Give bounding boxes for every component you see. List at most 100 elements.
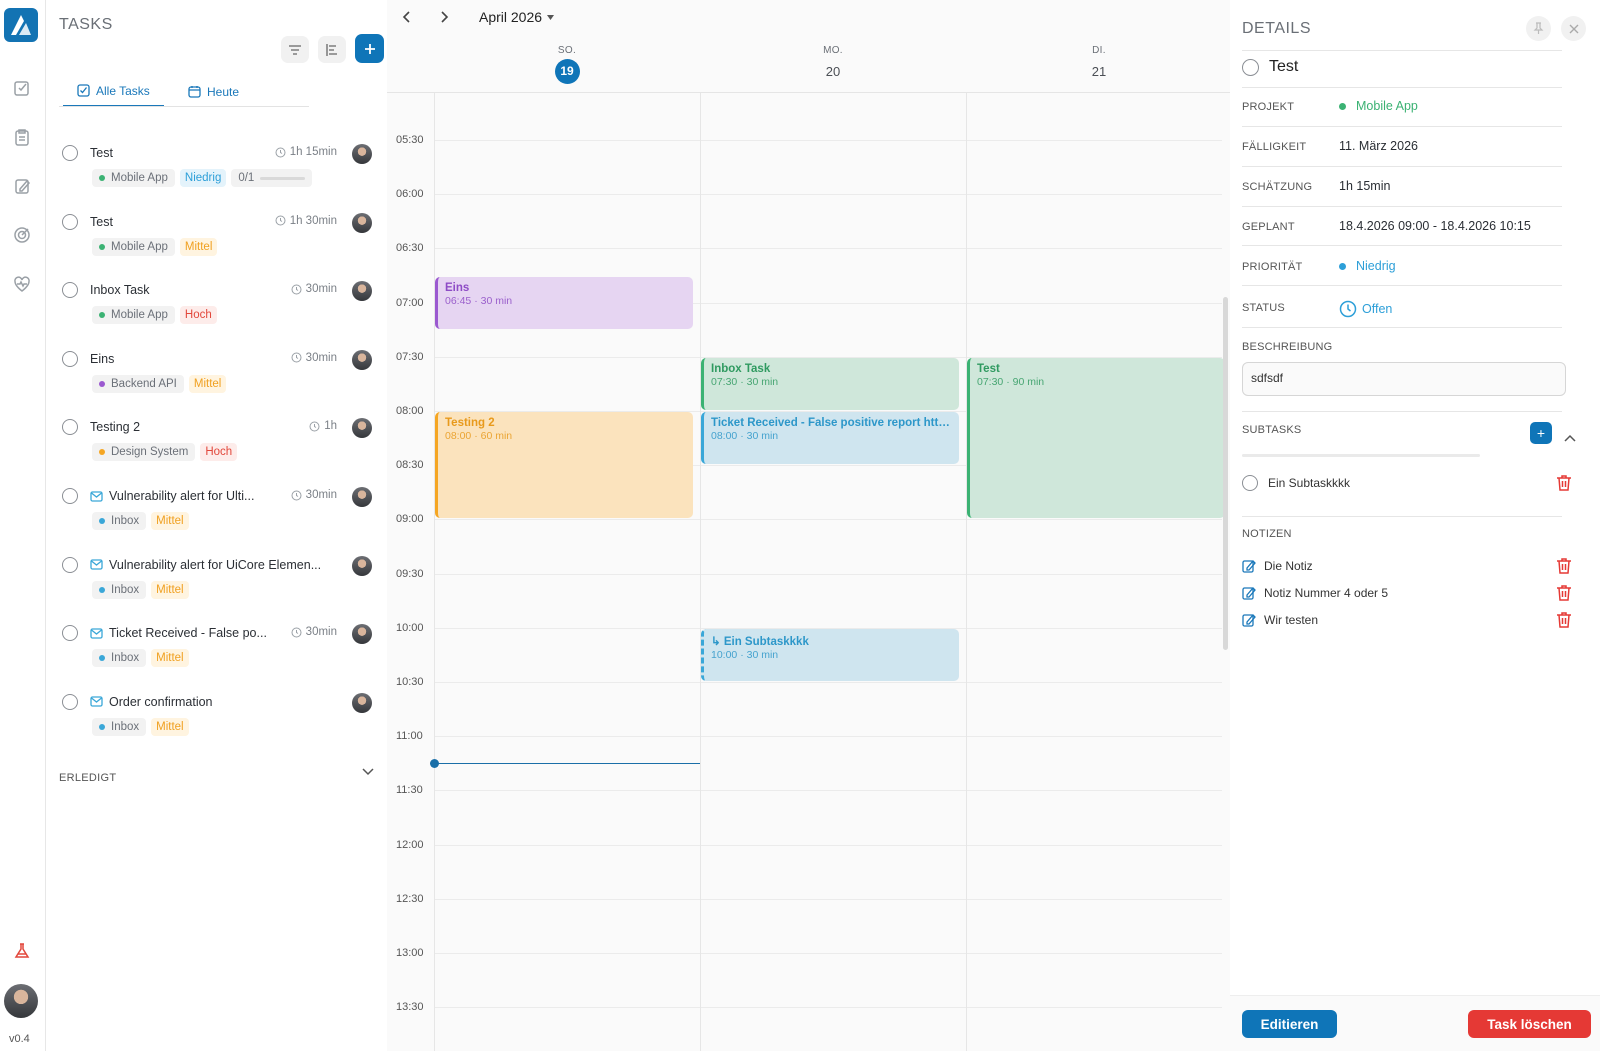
sort-button[interactable] — [318, 36, 346, 63]
pin-icon — [1533, 22, 1544, 34]
project-tag[interactable]: Inbox — [92, 580, 147, 599]
note-item[interactable]: Wir testen — [1242, 611, 1572, 629]
priority-badge: Mittel — [151, 649, 189, 668]
field-label: PRIORITÄT — [1242, 261, 1303, 273]
task-checkbox[interactable] — [62, 350, 78, 367]
project-tag-text: Inbox — [111, 515, 140, 527]
task-checkbox[interactable] — [62, 556, 78, 573]
chevron-up-icon[interactable] — [1564, 429, 1576, 447]
task-item[interactable]: Test 1h 15min Mobile App Niedrig 0/1 — [59, 140, 377, 202]
prev-week-button[interactable] — [399, 9, 415, 25]
edit-button[interactable]: Editieren — [1242, 1010, 1337, 1038]
task-item[interactable]: Inbox Task 30min Mobile App Hoch — [59, 277, 377, 339]
field-value-prioritaet[interactable]: Niedrig — [1339, 259, 1396, 273]
tab-heute[interactable]: Heute — [174, 76, 253, 107]
field-value-status[interactable]: Offen — [1339, 300, 1392, 318]
project-tag[interactable]: Inbox — [92, 512, 147, 530]
assignee-avatar[interactable] — [352, 487, 372, 507]
task-item[interactable]: Vulnerability alert for UiCore Elemen...… — [59, 552, 377, 614]
delete-note-icon[interactable] — [1556, 611, 1572, 632]
task-checkbox[interactable] — [62, 625, 78, 642]
assignee-avatar[interactable] — [352, 555, 372, 576]
assignee-avatar[interactable] — [352, 212, 372, 233]
task-estimate-text: 30min — [305, 283, 337, 296]
assignee-avatar[interactable] — [352, 349, 372, 370]
notizen-label: NOTIZEN — [1242, 528, 1292, 540]
project-tag[interactable]: Mobile App — [92, 169, 175, 187]
subtask-item[interactable]: Ein Subtaskkkk — [1242, 474, 1572, 492]
assignee-avatar[interactable] — [352, 281, 372, 302]
task-checkbox[interactable] — [62, 282, 78, 299]
task-checkbox[interactable] — [62, 693, 78, 710]
assignee-avatar[interactable] — [352, 144, 372, 164]
priority-badge: Mittel — [179, 237, 218, 256]
note-item[interactable]: Die Notiz — [1242, 557, 1572, 575]
clipboard-nav-icon[interactable] — [11, 126, 33, 148]
project-tag[interactable]: Inbox — [92, 649, 147, 668]
chevron-down-icon[interactable] — [361, 764, 375, 782]
app-logo[interactable] — [4, 8, 38, 42]
day-header[interactable]: DI. 21 — [966, 45, 1232, 84]
task-item[interactable]: Vulnerability alert for Ulti... 30min Inbo… — [59, 483, 377, 545]
field-value-projekt[interactable]: Mobile App — [1339, 99, 1418, 113]
delete-note-icon[interactable] — [1556, 584, 1572, 605]
notes-nav-icon[interactable] — [11, 175, 33, 197]
task-checkbox[interactable] — [62, 419, 78, 436]
calendar-event[interactable]: Inbox Task 07:30 · 30 min — [701, 357, 959, 410]
project-tag-text: Inbox — [111, 720, 140, 733]
assignee-avatar[interactable] — [352, 624, 372, 645]
health-nav-icon[interactable] — [11, 273, 33, 295]
target-nav-icon[interactable] — [11, 224, 33, 246]
pin-button[interactable] — [1526, 16, 1551, 41]
day-header[interactable]: MO. 20 — [700, 45, 966, 84]
task-item[interactable]: Test 1h 30min Mobile App Mittel — [59, 209, 377, 271]
month-selector[interactable]: April 2026 — [479, 9, 555, 25]
add-task-button[interactable] — [355, 34, 384, 63]
user-avatar[interactable] — [4, 984, 38, 1018]
task-complete-checkbox[interactable] — [1242, 58, 1259, 76]
delete-subtask-icon[interactable] — [1556, 474, 1572, 495]
project-tag[interactable]: Inbox — [92, 717, 147, 736]
schaetzung-value: 1h 15min — [1339, 179, 1391, 193]
note-title: Die Notiz — [1264, 559, 1313, 573]
calendar-event[interactable]: Ticket Received - False positive report … — [701, 412, 959, 465]
project-tag[interactable]: Backend API — [92, 374, 184, 393]
note-item[interactable]: Notiz Nummer 4 oder 5 — [1242, 584, 1572, 602]
tab-alle-tasks[interactable]: Alle Tasks — [63, 76, 164, 107]
task-item[interactable]: Testing 2 1h Design System Hoch — [59, 414, 377, 476]
close-button[interactable] — [1561, 16, 1586, 41]
delete-note-icon[interactable] — [1556, 557, 1572, 578]
task-checkbox[interactable] — [62, 145, 78, 161]
next-week-button[interactable] — [436, 9, 452, 25]
tasks-nav-icon[interactable] — [11, 77, 33, 99]
calendar-scrollbar[interactable] — [1223, 297, 1228, 650]
event-title: Testing 2 — [445, 417, 495, 429]
project-tag-text: Mobile App — [111, 240, 168, 253]
task-checkbox[interactable] — [62, 488, 78, 504]
field-label: FÄLLIGKEIT — [1242, 141, 1307, 153]
calendar-event[interactable]: Eins 06:45 · 30 min — [435, 276, 693, 329]
project-tag-text: Mobile App — [111, 309, 168, 322]
add-subtask-button[interactable]: + — [1530, 422, 1552, 444]
calendar-event[interactable]: ↳ Ein Subtaskkkk 10:00 · 30 min — [701, 628, 959, 681]
calendar-event[interactable]: Test 07:30 · 90 min — [967, 357, 1225, 519]
task-item[interactable]: Order confirmation Inbox Mittel — [59, 689, 377, 751]
subtask-checkbox[interactable] — [1242, 475, 1258, 491]
project-tag[interactable]: Mobile App — [92, 306, 175, 325]
task-checkbox[interactable] — [62, 213, 78, 230]
day-name: DI. — [1092, 45, 1106, 56]
task-item[interactable]: Eins 30min Backend API Mittel — [59, 346, 377, 408]
flask-icon[interactable] — [11, 940, 33, 962]
calendar-event[interactable]: Testing 2 08:00 · 60 min — [435, 412, 693, 519]
assignee-avatar[interactable] — [352, 418, 372, 439]
project-tag[interactable]: Design System — [92, 443, 196, 462]
beschreibung-field[interactable]: sdfsdf — [1242, 362, 1566, 396]
task-item[interactable]: Ticket Received - False po... 30min Inbox M… — [59, 620, 377, 682]
assignee-avatar[interactable] — [352, 692, 372, 713]
day-header[interactable]: SO. 19 — [434, 45, 700, 84]
filter-button[interactable] — [281, 36, 309, 63]
project-tag[interactable]: Mobile App — [92, 237, 175, 256]
task-tags: Inbox Mittel — [92, 580, 189, 599]
delete-task-button[interactable]: Task löschen — [1468, 1010, 1591, 1038]
task-estimate: 30min — [291, 283, 337, 295]
